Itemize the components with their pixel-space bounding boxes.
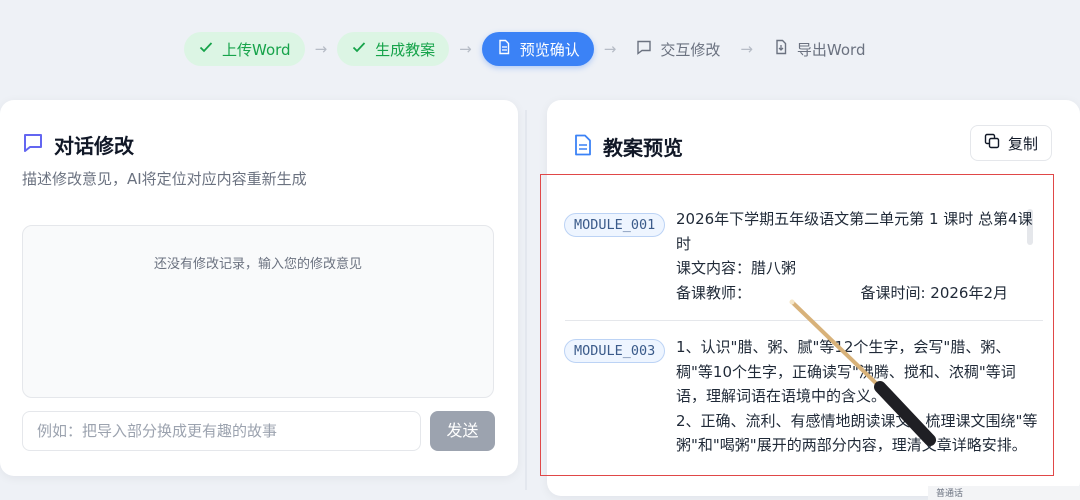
check-icon bbox=[198, 39, 214, 59]
download-file-icon bbox=[773, 39, 789, 59]
taskbar-strip: 普通话 bbox=[928, 486, 1080, 500]
chat-panel-header: 对话修改 bbox=[22, 130, 134, 159]
chat-icon bbox=[636, 39, 652, 59]
step-export-word[interactable]: 导出Word bbox=[763, 32, 876, 66]
document-icon bbox=[496, 39, 512, 59]
panel-divider[interactable] bbox=[525, 110, 527, 490]
copy-label: 复制 bbox=[1007, 134, 1038, 153]
pointer-stick-image bbox=[789, 299, 936, 446]
send-button[interactable]: 发送 bbox=[430, 411, 495, 451]
module-line: 2026年下学期五年级语文第二单元第 1 课时 总第4课时 bbox=[676, 210, 1033, 253]
step-label: 预览确认 bbox=[519, 40, 580, 59]
step-label: 上传Word bbox=[222, 40, 291, 59]
workflow-stepper: 上传Word → 生成教案 → 预览确认 → 交互修改 → 导出Word bbox=[184, 31, 875, 67]
step-label: 交互修改 bbox=[660, 40, 721, 59]
arrow-right-icon: → bbox=[740, 40, 753, 58]
module-tag: MODULE_003 bbox=[564, 339, 666, 363]
preview-panel-header: 教案预览 bbox=[573, 132, 683, 161]
ime-label: 普通话 bbox=[936, 489, 964, 499]
top-cutoff-text bbox=[0, 0, 1080, 16]
document-icon bbox=[573, 134, 593, 160]
teacher-label: 备课教师： bbox=[676, 283, 752, 302]
step-preview-confirm[interactable]: 预览确认 bbox=[481, 32, 594, 66]
step-generate-plan[interactable]: 生成教案 bbox=[337, 32, 450, 66]
empty-history-text: 还没有修改记录，输入您的修改意见 bbox=[153, 257, 362, 272]
step-upload-word[interactable]: 上传Word bbox=[184, 32, 305, 66]
copy-button[interactable]: 复制 bbox=[970, 125, 1052, 161]
module-line: 课文内容：腊八粥 bbox=[676, 259, 797, 277]
chat-edit-panel: 对话修改 描述修改意见，AI将定位对应内容重新生成 还没有修改记录，输入您的修改… bbox=[0, 100, 518, 476]
arrow-right-icon: → bbox=[459, 40, 472, 58]
step-label: 导出Word bbox=[796, 40, 866, 59]
copy-icon bbox=[984, 133, 1000, 153]
panel-subtitle: 描述修改意见，AI将定位对应内容重新生成 bbox=[22, 170, 307, 188]
panel-title: 对话修改 bbox=[54, 134, 134, 158]
step-label: 生成教案 bbox=[375, 40, 436, 59]
edit-request-input[interactable]: 例如：把导入部分换成更有趣的故事 bbox=[22, 411, 421, 451]
edit-history-area: 还没有修改记录，输入您的修改意见 bbox=[22, 225, 494, 398]
panel-title: 教案预览 bbox=[603, 136, 683, 160]
arrow-right-icon: → bbox=[603, 40, 617, 58]
module-tag: MODULE_001 bbox=[564, 213, 666, 237]
step-interactive-edit[interactable]: 交互修改 bbox=[626, 32, 730, 66]
chat-icon bbox=[22, 132, 44, 158]
check-icon bbox=[351, 39, 367, 59]
arrow-right-icon: → bbox=[314, 40, 328, 58]
